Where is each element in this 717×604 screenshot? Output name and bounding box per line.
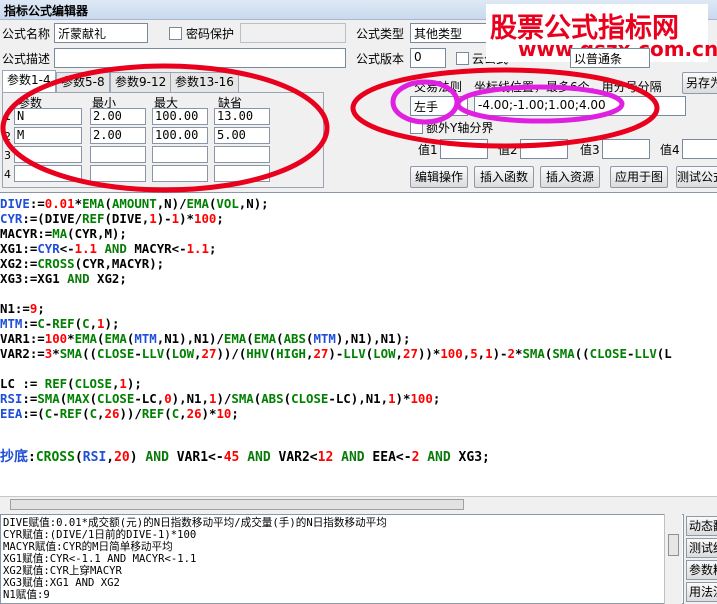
param-min-cell[interactable]: 2.00: [90, 108, 146, 125]
param-max-cell[interactable]: [152, 165, 208, 182]
param-name-cell[interactable]: [14, 165, 82, 182]
tab-params-13-16[interactable]: 参数13-16: [170, 72, 239, 92]
code-line-9: VAR1:=100*EMA(EMA(MTM,N1),N1)/EMA(EMA(AB…: [0, 331, 411, 346]
param-name-cell[interactable]: N: [14, 108, 82, 125]
type-label: 公式类型: [356, 27, 405, 41]
description-panel: DIVE赋值:0.01*成交额(元)的N日指数移动平均/成交量(手)的N日指数移…: [0, 514, 684, 604]
dynamic-translate-button[interactable]: 动态翻译: [686, 516, 717, 536]
param-max-cell[interactable]: [152, 146, 208, 163]
tab-params-5-8[interactable]: 参数5-8: [56, 72, 110, 92]
param-name-cell[interactable]: M: [14, 127, 82, 144]
version-label: 公式版本: [356, 52, 405, 66]
password-input[interactable]: [240, 23, 346, 43]
editor-horizontal-scrollbar[interactable]: [0, 496, 717, 512]
val1-label: 值1: [418, 143, 438, 157]
name-input[interactable]: 沂蒙献礼: [54, 23, 148, 43]
description-line: XG3赋值:XG1 AND XG2: [3, 577, 120, 589]
insert-func-button[interactable]: 插入函数: [474, 166, 534, 188]
val4-input[interactable]: [682, 139, 717, 159]
param-name-cell[interactable]: [14, 146, 82, 163]
param-row-num: 3: [4, 149, 11, 162]
description-line: CYR赋值:(DIVE/1日前的DIVE-1)*100: [3, 529, 197, 541]
param-default-cell[interactable]: [214, 146, 270, 163]
description-line: DIVE赋值:0.01*成交额(元)的N日指数移动平均/成交量(手)的N日指数移…: [3, 517, 387, 529]
param-default-cell[interactable]: 13.00: [214, 108, 270, 125]
val3-input[interactable]: [602, 139, 650, 159]
val2-label: 值2: [498, 143, 518, 157]
val3-label: 值3: [580, 143, 600, 157]
description-line: XG1赋值:CYR<-1.1 AND MACYR<-1.1: [3, 553, 197, 565]
description-line: N1赋值:9: [3, 589, 50, 601]
window-title: 指标公式编辑器: [4, 4, 89, 18]
param-wizard-button[interactable]: 参数精灵: [686, 560, 717, 580]
apply-chart-button[interactable]: 应用于图: [610, 166, 668, 188]
param-default-cell[interactable]: 5.00: [214, 127, 270, 144]
code-line-10: VAR2:=3*SMA((CLOSE-LLV(LOW,27))/(HHV(HIG…: [0, 346, 672, 361]
code-line-14: 抄底:CROSS(RSI,20) AND VAR1<-45 AND VAR2<1…: [0, 449, 490, 466]
param-min-cell[interactable]: [90, 146, 146, 163]
code-line-11: LC := REF(CLOSE,1);: [0, 376, 142, 391]
code-line-8: MTM:=C-REF(C,1);: [0, 316, 120, 331]
val1-input[interactable]: [440, 139, 488, 159]
extra-axis-label: 额外Y轴分界: [426, 121, 494, 135]
usage-notes-button[interactable]: 用法注释: [686, 582, 717, 602]
param-row-num: 1: [4, 110, 11, 123]
param-row-num: 4: [4, 168, 11, 181]
code-line-1: DIVE:=0.01*EMA(AMOUNT,N)/EMA(VOL,N);: [0, 196, 269, 211]
axis-position-label: 坐标线位置，最多6个，用分号分隔: [474, 80, 662, 94]
test-result-button[interactable]: 测试结果: [686, 538, 717, 558]
save-as-button[interactable]: 另存为: [682, 72, 717, 94]
param-min-cell[interactable]: 2.00: [90, 127, 146, 144]
password-label: 密码保护: [186, 27, 235, 41]
code-line-4: XG1:=CYR<-1.1 AND MACYR<-1.1;: [0, 241, 217, 256]
scrollbar-thumb[interactable]: [668, 534, 679, 556]
code-line-7: N1:=9;: [0, 301, 45, 316]
tab-params-9-12[interactable]: 参数9-12: [110, 72, 172, 92]
trade-rule-label: 交易法则: [414, 80, 463, 94]
version-input[interactable]: 0: [410, 48, 446, 68]
password-checkbox[interactable]: [169, 27, 182, 40]
param-min-cell[interactable]: [90, 165, 146, 182]
val4-label: 值4: [660, 143, 680, 157]
tab-params-1-4[interactable]: 参数1-4: [2, 70, 56, 93]
name-label: 公式名称: [2, 27, 51, 41]
code-line-6: XG3:=XG1 AND XG2;: [0, 271, 127, 286]
description-line: XG2赋值:CYR上穿MACYR: [3, 565, 122, 577]
code-editor[interactable]: DIVE:=0.01*EMA(AMOUNT,N)/EMA(VOL,N); CYR…: [0, 192, 717, 496]
cloud-checkbox[interactable]: [456, 52, 469, 65]
param-max-cell[interactable]: 100.00: [152, 127, 208, 144]
trade-rule-select[interactable]: 左手: [410, 96, 468, 116]
extra-select[interactable]: 以普通条: [570, 48, 650, 68]
description-vertical-scrollbar[interactable]: [664, 514, 682, 604]
description-line: MACYR赋值:CYR的M日简单移动平均: [3, 541, 173, 553]
edit-ops-button[interactable]: 编辑操作: [410, 166, 468, 188]
axis-position-input[interactable]: -4.00;-1.00;1.00;4.00: [474, 96, 686, 116]
val2-input[interactable]: [520, 139, 568, 159]
desc-label: 公式描述: [2, 52, 51, 66]
desc-input[interactable]: [54, 48, 346, 68]
code-line-5: XG2:=CROSS(CYR,MACYR);: [0, 256, 165, 271]
code-line-3: MACYR:=MA(CYR,M);: [0, 226, 127, 241]
insert-res-button[interactable]: 插入资源: [540, 166, 600, 188]
scrollbar-thumb[interactable]: [10, 499, 464, 510]
extra-axis-checkbox[interactable]: [410, 121, 423, 134]
param-row-num: 2: [4, 130, 11, 143]
param-max-cell[interactable]: 100.00: [152, 108, 208, 125]
code-line-12: RSI:=SMA(MAX(CLOSE-LC,0),N1,1)/SMA(ABS(C…: [0, 391, 441, 406]
param-default-cell[interactable]: [214, 165, 270, 182]
code-line-2: CYR:=(DIVE/REF(DIVE,1)-1)*100;: [0, 211, 224, 226]
code-line-13: EEA:=(C-REF(C,26))/REF(C,26)*10;: [0, 406, 239, 421]
test-formula-button[interactable]: 测试公式: [676, 166, 717, 188]
